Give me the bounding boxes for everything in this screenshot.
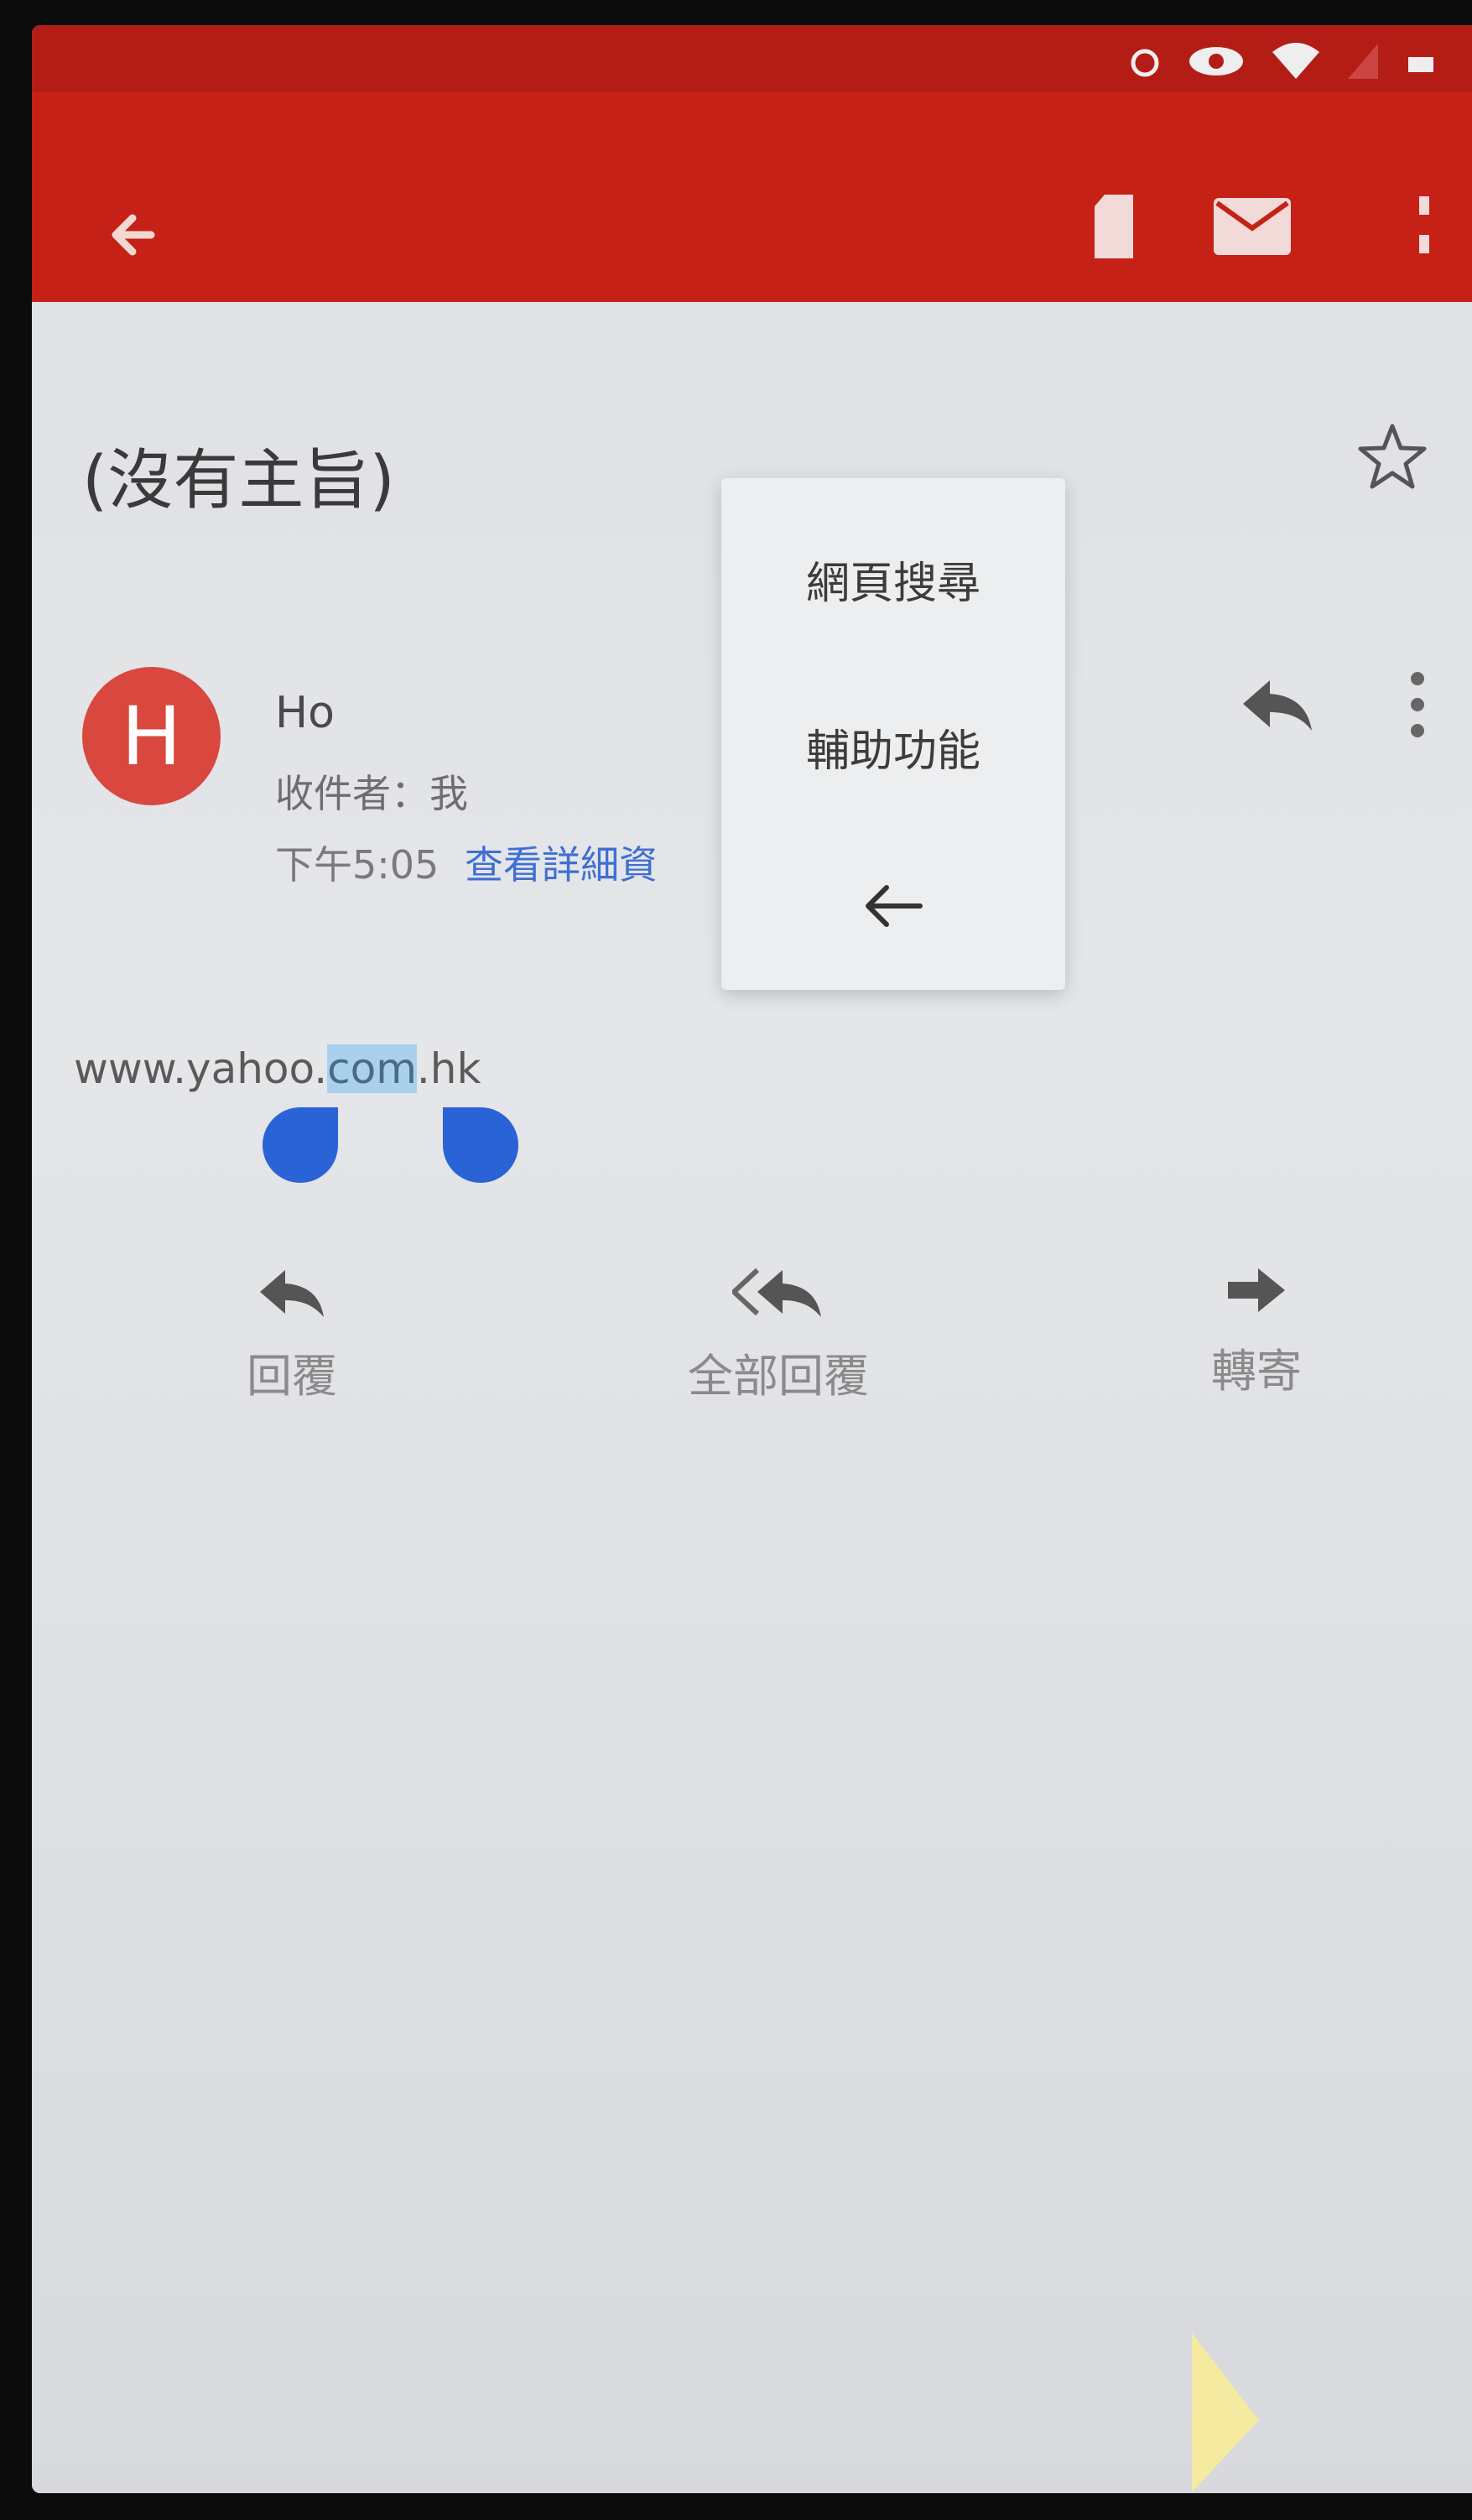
archive-icon [1095,195,1133,258]
more-options-button[interactable] [1391,185,1458,268]
status-icons [1128,42,1438,80]
reply-icon [260,1270,324,1317]
text-selection-menu: 網頁搜尋 輔助功能 [721,478,1065,990]
background [32,25,1472,2493]
time-row: 下午5:05 查看詳細資 [275,835,658,890]
recipient-text: 收件者：我 [275,771,468,816]
more-vertical-icon [1411,672,1424,737]
message-more-button[interactable] [1407,667,1428,746]
more-vertical-icon [1419,196,1429,253]
mark-unread-button[interactable] [1198,185,1307,268]
selection-handle-start[interactable] [263,1107,338,1183]
arrow-left-icon [112,214,155,256]
reply-all-button[interactable]: 全部回覆 [636,1267,921,1405]
signal-icon [1348,44,1378,79]
reply-button[interactable]: 回覆 [200,1267,384,1405]
star-icon [1358,424,1427,489]
reply-label: 回覆 [247,1350,337,1403]
reply-icon [1243,680,1312,731]
reply-all-label: 全部回覆 [688,1350,869,1403]
email-body[interactable]: www.yahoo.com.hk [74,1044,481,1093]
message-reply-button[interactable] [1240,675,1315,737]
email-subject: (沒有主旨) [82,443,395,518]
forward-button[interactable]: 轉寄 [1173,1267,1340,1400]
reply-all-icon [732,1268,821,1317]
forward-icon [1228,1268,1285,1312]
menu-item-accessibility[interactable]: 輔助功能 [721,663,1065,830]
wifi-icon [1272,43,1319,79]
sender-avatar[interactable]: H [82,667,221,805]
forward-label: 轉寄 [1211,1345,1302,1398]
body-text-after: .hk [416,1044,481,1093]
star-button[interactable] [1355,419,1430,498]
app-bar [32,25,1472,302]
device-bezel [0,2493,1472,2520]
email-time: 下午5:05 [275,842,440,888]
status-bar [32,25,1472,92]
sender-name: Ho [275,688,335,738]
back-button[interactable] [91,193,174,277]
menu-back-button[interactable] [721,822,1065,990]
phone-screen: (沒有主旨) H Ho 收件者：我 下午5:05 查看詳細資 www.yahoo… [32,25,1472,2493]
menu-item-web-search[interactable]: 網頁搜尋 [721,495,1065,663]
view-details-link[interactable]: 查看詳細資 [465,842,658,888]
archive-button[interactable] [1072,180,1156,273]
arrow-left-icon [866,885,923,927]
selection-handle-end[interactable] [443,1107,518,1183]
eye-icon [1189,46,1243,75]
selected-text[interactable]: com [327,1044,417,1093]
mark-unread-icon [1214,198,1291,255]
alarm-icon [1131,49,1159,76]
battery-icon [1408,56,1433,72]
yellow-light-reflection [1187,2328,1262,2499]
body-text-before: www.yahoo. [74,1044,328,1093]
